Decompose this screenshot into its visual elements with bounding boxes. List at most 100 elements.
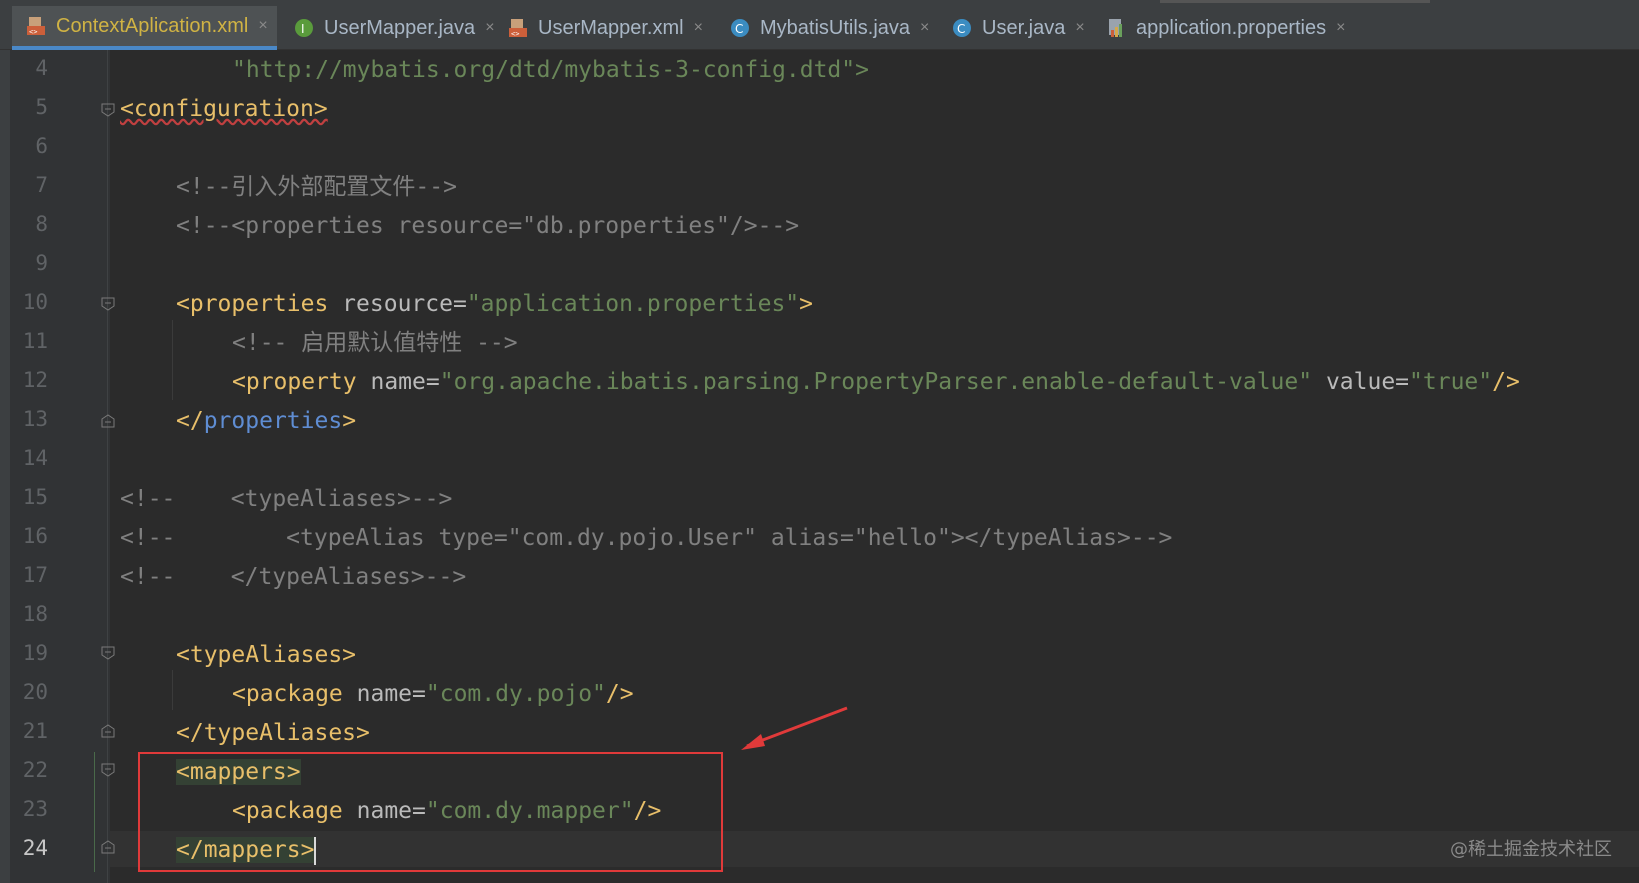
typealiases-close-tag: </typeAliases> (176, 720, 370, 746)
class-file-icon: C (730, 18, 750, 38)
svg-text:C: C (735, 22, 743, 36)
code-line-10[interactable]: <properties resource="application.proper… (176, 289, 813, 319)
line-number: 16 (22, 524, 48, 548)
tab-label: MybatisUtils.java (760, 16, 911, 39)
fold-open-icon[interactable] (101, 646, 115, 660)
indent-guide (172, 670, 173, 710)
line-number: 22 (22, 758, 48, 782)
class-file-icon: C (952, 18, 972, 38)
attr-value: "application.properties" (466, 291, 800, 317)
line-number: 13 (22, 407, 48, 431)
svg-text:C: C (957, 22, 965, 36)
tag-end: > (342, 408, 357, 434)
line-number: 8 (35, 212, 48, 236)
close-icon[interactable]: × (1336, 19, 1345, 37)
close-icon[interactable]: × (1075, 19, 1084, 37)
comment: <!--引入外部配置文件--> (176, 174, 457, 200)
code-line-8[interactable]: <!--<properties resource="db.properties"… (176, 211, 799, 241)
tab-label: ContextAplication.xml (56, 14, 249, 37)
close-icon[interactable]: × (258, 17, 267, 35)
xml-file-icon: <> (508, 18, 528, 38)
fold-close-icon[interactable] (101, 840, 115, 854)
line-number: 9 (35, 251, 48, 275)
attr-name: name= (356, 369, 440, 395)
fold-close-icon[interactable] (101, 724, 115, 738)
svg-text:<>: <> (29, 28, 37, 36)
line-number: 7 (35, 173, 48, 197)
line-number: 17 (22, 563, 48, 587)
side-tool-strip (0, 50, 10, 883)
code-line-19[interactable]: <typeAliases> (176, 640, 356, 670)
interface-file-icon: I (294, 18, 314, 38)
tab-usermapper-xml[interactable]: <> UserMapper.xml × (494, 6, 704, 50)
tab-usermapper-java[interactable]: I UserMapper.java × (280, 6, 495, 50)
property-tag: <property (232, 369, 357, 395)
fold-open-icon[interactable] (101, 297, 115, 311)
tab-label: application.properties (1136, 16, 1327, 39)
fold-open-icon[interactable] (101, 763, 115, 777)
code-line-21[interactable]: </typeAliases> (176, 718, 370, 748)
code-line-7[interactable]: <!--引入外部配置文件--> (176, 172, 457, 202)
code-line-20[interactable]: <package name="com.dy.pojo"/> (232, 679, 634, 709)
attr-value: "true" (1409, 369, 1493, 395)
change-marker (94, 752, 95, 872)
line-number: 6 (35, 134, 48, 158)
tab-context-application-xml[interactable]: <> ContextAplication.xml × (12, 6, 277, 50)
properties-close-name: properties (203, 408, 343, 434)
scroll-indicator (1160, 0, 1430, 3)
code-line-4[interactable]: "http://mybatis.org/dtd/mybatis-3-config… (232, 55, 869, 85)
tab-application-properties[interactable]: application.properties × (1092, 6, 1372, 50)
code-line-12[interactable]: <property name="org.apache.ibatis.parsin… (232, 367, 1520, 397)
watermark: @稀土掘金技术社区 (1450, 839, 1612, 860)
code-line-15[interactable]: <!-- <typeAliases>--> (120, 484, 452, 514)
code-line-16[interactable]: <!-- <typeAlias type="com.dy.pojo.User" … (120, 523, 1172, 553)
tab-user-java[interactable]: C User.java × (938, 6, 1098, 50)
code-line-11[interactable]: <!-- 启用默认值特性 --> (232, 328, 518, 358)
tag-end: > (799, 291, 814, 317)
attr-name: value= (1312, 369, 1410, 395)
editor-tab-bar: <> ContextAplication.xml × I UserMapper.… (0, 0, 1639, 50)
tag-open: </ (176, 408, 204, 434)
comment: <!-- 启用默认值特性 --> (232, 330, 518, 356)
line-number: 4 (35, 56, 48, 80)
comment: <!--<properties resource="db.properties"… (176, 213, 800, 239)
close-icon[interactable]: × (694, 19, 703, 37)
package-tag: <package (232, 681, 343, 707)
code-line-5[interactable]: <configuration> (120, 94, 328, 124)
comment: <!-- <typeAlias type="com.dy.pojo.User" … (120, 525, 1173, 551)
tab-label: UserMapper.xml (538, 16, 684, 39)
tag-end: /> (605, 681, 634, 707)
comment: <!-- </typeAliases>--> (120, 564, 467, 590)
tab-label: User.java (982, 16, 1066, 39)
line-number: 23 (22, 797, 48, 821)
line-number: 14 (22, 446, 48, 470)
line-number: 19 (22, 641, 48, 665)
configuration-tag: <configuration> (120, 96, 328, 122)
code-line-17[interactable]: <!-- </typeAliases>--> (120, 562, 466, 592)
line-number: 20 (22, 680, 48, 704)
tab-mybatisutils-java[interactable]: C MybatisUtils.java × (716, 6, 936, 50)
properties-file-icon (1106, 18, 1126, 38)
line-number: 10 (22, 290, 48, 314)
indent-guide (172, 320, 173, 400)
line-number: 18 (22, 602, 48, 626)
tab-label: UserMapper.java (324, 16, 476, 39)
svg-text:I: I (301, 22, 305, 36)
svg-text:<>: <> (511, 30, 519, 38)
attr-name: name= (342, 681, 426, 707)
doctype-string: "http://mybatis.org/dtd/mybatis-3-config… (232, 57, 869, 83)
gutter-separator (107, 50, 108, 883)
comment: <!-- <typeAliases>--> (120, 486, 453, 512)
line-number: 24 (22, 836, 48, 860)
tag-end: /> (1492, 369, 1520, 395)
xml-file-icon: <> (26, 16, 46, 36)
line-number: 11 (22, 329, 48, 353)
properties-tag: <properties (176, 291, 329, 317)
fold-close-icon[interactable] (101, 414, 115, 428)
typealiases-tag: <typeAliases> (176, 642, 357, 668)
code-line-13[interactable]: </properties> (176, 406, 356, 436)
close-icon[interactable]: × (920, 19, 929, 37)
highlight-box (138, 752, 723, 872)
fold-open-icon[interactable] (101, 103, 115, 117)
attr-value: "com.dy.pojo" (425, 681, 606, 707)
